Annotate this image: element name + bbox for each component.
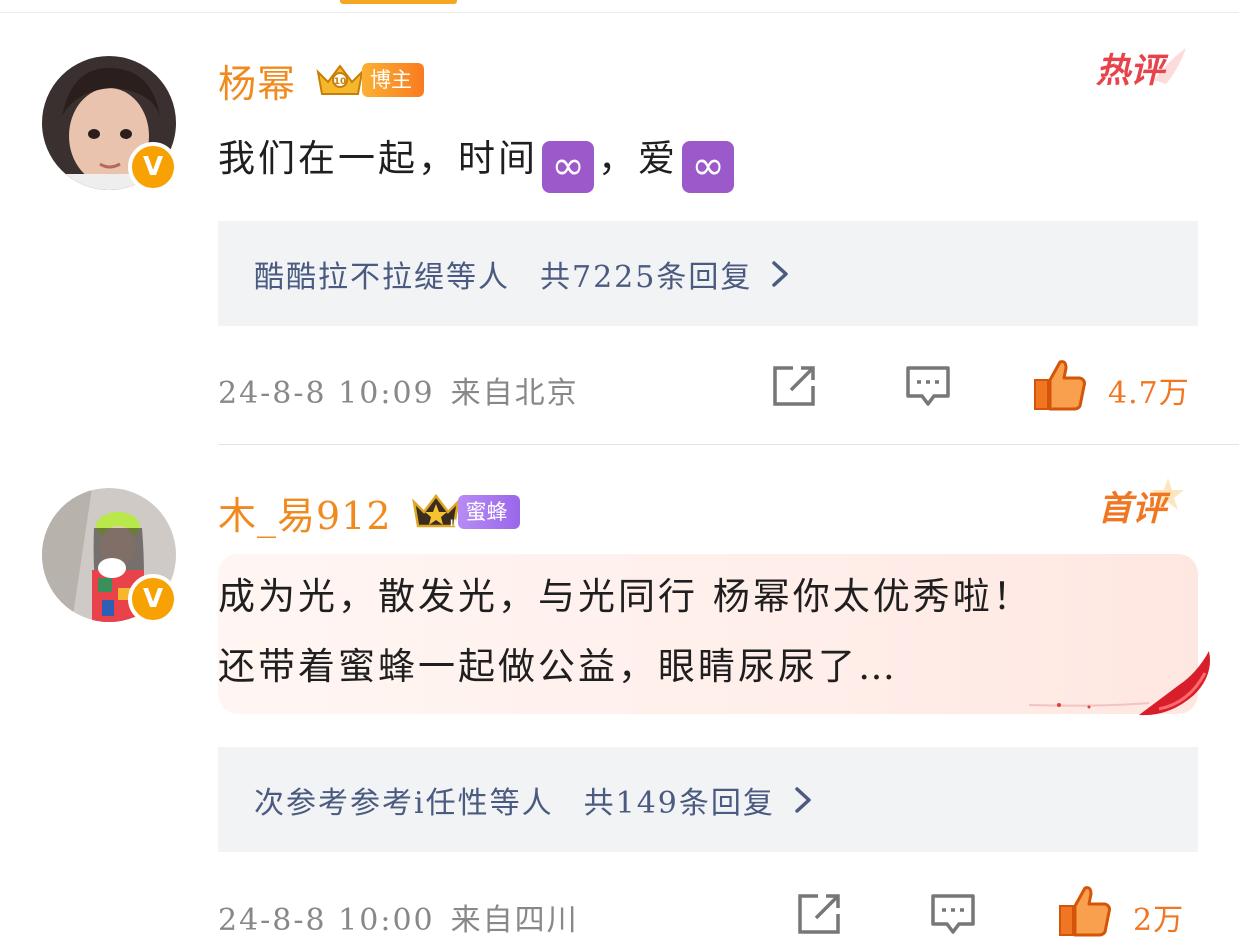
hot-comment-tag: 热评: [1096, 48, 1186, 91]
like-thumb-icon[interactable]: [1032, 358, 1088, 412]
username[interactable]: 木_易912: [218, 485, 392, 540]
infinity-emoji: ∞: [682, 141, 734, 193]
hot-tag-label: 热评: [1096, 51, 1169, 91]
comment-text-line: 成为光，散发光，与光同行 杨幂你太优秀啦！: [218, 575, 1033, 618]
comment-item: V 木_易912 II 蜜蜂 首评 成为光，散发光，与光同行 杨幂你太优秀啦！ …: [0, 460, 1239, 946]
replies-link[interactable]: 次参考参考i任性等人 共149条回复: [218, 747, 1198, 852]
top-divider: [0, 12, 1239, 13]
chevron-right-icon: [772, 260, 789, 287]
share-icon[interactable]: [796, 892, 844, 936]
comment-meta: 24-8-8 10:09 来自北京: [218, 368, 579, 412]
reply-count: 共7225条回复: [540, 259, 753, 295]
first-tag-label: 首评: [1098, 489, 1171, 529]
comment-meta: 24-8-8 10:00 来自四川: [218, 895, 579, 939]
first-comment-tag: 首评: [1098, 478, 1184, 529]
like-thumb-icon[interactable]: [1057, 884, 1113, 938]
username[interactable]: 杨幂: [218, 53, 296, 108]
reply-count: 共149条回复: [583, 785, 775, 821]
svg-text:II: II: [450, 519, 457, 529]
like-count: 2万: [1133, 903, 1185, 938]
reply-users: 酷酷拉不拉缇等人: [254, 259, 510, 295]
blogger-badge: 博主: [362, 63, 425, 97]
verified-v-icon: V: [128, 574, 178, 624]
avatar[interactable]: V: [42, 56, 178, 192]
comment-location: 来自四川: [450, 903, 579, 938]
comment-text-line: 还带着蜜蜂一起做公益，眼睛尿尿了…: [218, 645, 898, 688]
infinity-emoji: ∞: [542, 141, 594, 193]
comment-time: 24-8-8 10:00: [218, 903, 435, 938]
comment-text: 我们在一起，时间 ∞ ，爱 ∞: [218, 124, 738, 194]
replies-link[interactable]: 酷酷拉不拉缇等人 共7225条回复: [218, 221, 1198, 326]
comment-divider: [218, 444, 1239, 445]
comment-icon[interactable]: [929, 892, 977, 938]
fan-club-badge: 蜜蜂: [457, 495, 520, 529]
reply-users: 次参考参考i任性等人: [254, 785, 554, 821]
like-count: 4.7万: [1108, 376, 1190, 411]
comment-text: 成为光，散发光，与光同行 杨幂你太优秀啦！ 还带着蜜蜂一起做公益，眼睛尿尿了…: [218, 562, 1033, 702]
svg-text:10: 10: [334, 77, 347, 87]
crown-icon: 10: [316, 64, 364, 95]
verified-v-icon: V: [128, 142, 178, 192]
crown-icon: II: [411, 493, 460, 529]
active-tab-indicator: [340, 0, 457, 4]
comment-icon[interactable]: [904, 364, 952, 410]
comment-location: 来自北京: [450, 376, 579, 411]
avatar[interactable]: V: [42, 488, 178, 624]
share-icon[interactable]: [771, 364, 819, 408]
chevron-right-icon: [795, 786, 811, 813]
comment-time: 24-8-8 10:09: [218, 376, 435, 411]
brush-decoration: [1028, 651, 1210, 716]
comment-item: V 杨幂 10 博主 热评 我们在一起，时间 ∞ ，爱 ∞ 酷酷拉不拉缇等人 共722…: [0, 28, 1239, 445]
